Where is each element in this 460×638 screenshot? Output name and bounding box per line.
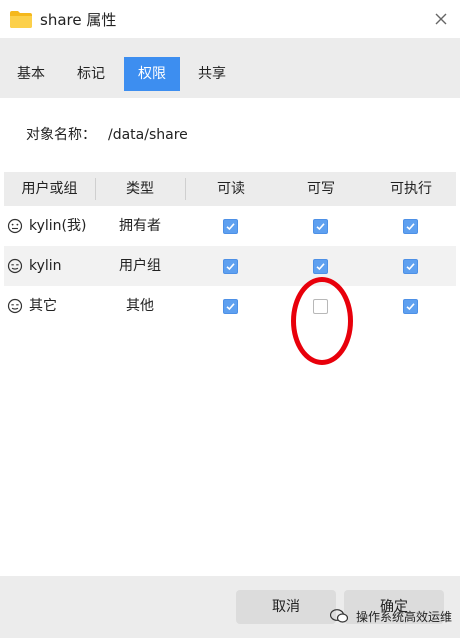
checkmark-icon: [226, 263, 235, 271]
object-name-value: /data/share: [108, 127, 188, 143]
row-others-name: 其它: [29, 298, 57, 314]
close-icon: [435, 13, 447, 25]
annotation-circle: [291, 277, 353, 365]
header-type: 类型: [126, 181, 154, 197]
execute-checkbox[interactable]: [403, 259, 418, 274]
tab-share[interactable]: 共享: [190, 57, 234, 91]
object-name-row: 对象名称： /data/share: [26, 124, 188, 144]
permissions-panel: 对象名称： /data/share 用户或组 类型 可读 可写 可执行 kylin…: [0, 98, 460, 576]
others-icon: [7, 298, 23, 314]
window-title: share 属性: [40, 11, 117, 29]
object-name-label: 对象名称：: [26, 127, 96, 143]
row-group-name: kylin: [29, 258, 62, 274]
table-header: 用户或组 类型 可读 可写 可执行: [4, 172, 456, 206]
row-user-type: 拥有者: [119, 218, 161, 234]
dialog-footer: 取消 确定: [0, 576, 460, 638]
header-execute: 可执行: [390, 181, 432, 197]
group-icon: [7, 258, 23, 274]
header-write: 可写: [307, 181, 335, 197]
tab-bar: 基本 标记 权限 共享: [0, 38, 460, 98]
close-button[interactable]: [430, 8, 452, 30]
header-user-or-group: 用户或组: [21, 181, 78, 197]
header-read: 可读: [217, 181, 245, 197]
tab-permissions[interactable]: 权限: [124, 57, 180, 91]
checkmark-icon: [226, 303, 235, 311]
checkmark-icon: [316, 223, 325, 231]
user-icon: [7, 218, 23, 234]
write-checkbox[interactable]: [313, 219, 328, 234]
tab-basic[interactable]: 基本: [8, 57, 54, 91]
permissions-table: 用户或组 类型 可读 可写 可执行 kylin(我) 拥有者 kylin 用户组…: [4, 172, 456, 326]
checkmark-icon: [316, 263, 325, 271]
execute-checkbox[interactable]: [403, 299, 418, 314]
row-others-type: 其他: [126, 298, 154, 314]
checkmark-icon: [406, 263, 415, 271]
checkmark-icon: [226, 223, 235, 231]
read-checkbox[interactable]: [223, 259, 238, 274]
execute-checkbox[interactable]: [403, 219, 418, 234]
watermark-text: 操作系统高效运维: [356, 610, 453, 624]
write-checkbox[interactable]: [313, 259, 328, 274]
row-user-name: kylin(我): [29, 218, 87, 234]
wechat-icon: [330, 609, 348, 623]
cancel-button[interactable]: 取消: [236, 590, 336, 624]
table-row: kylin(我) 拥有者: [4, 206, 456, 246]
table-row: 其它 其他: [4, 286, 456, 326]
row-group-type: 用户组: [119, 258, 161, 274]
read-checkbox[interactable]: [223, 219, 238, 234]
table-row: kylin 用户组: [4, 246, 456, 286]
folder-icon: [10, 11, 32, 28]
title-bar: share 属性: [0, 0, 460, 38]
checkmark-icon: [406, 223, 415, 231]
tab-marks[interactable]: 标记: [68, 57, 114, 91]
checkmark-icon: [406, 303, 415, 311]
read-checkbox[interactable]: [223, 299, 238, 314]
